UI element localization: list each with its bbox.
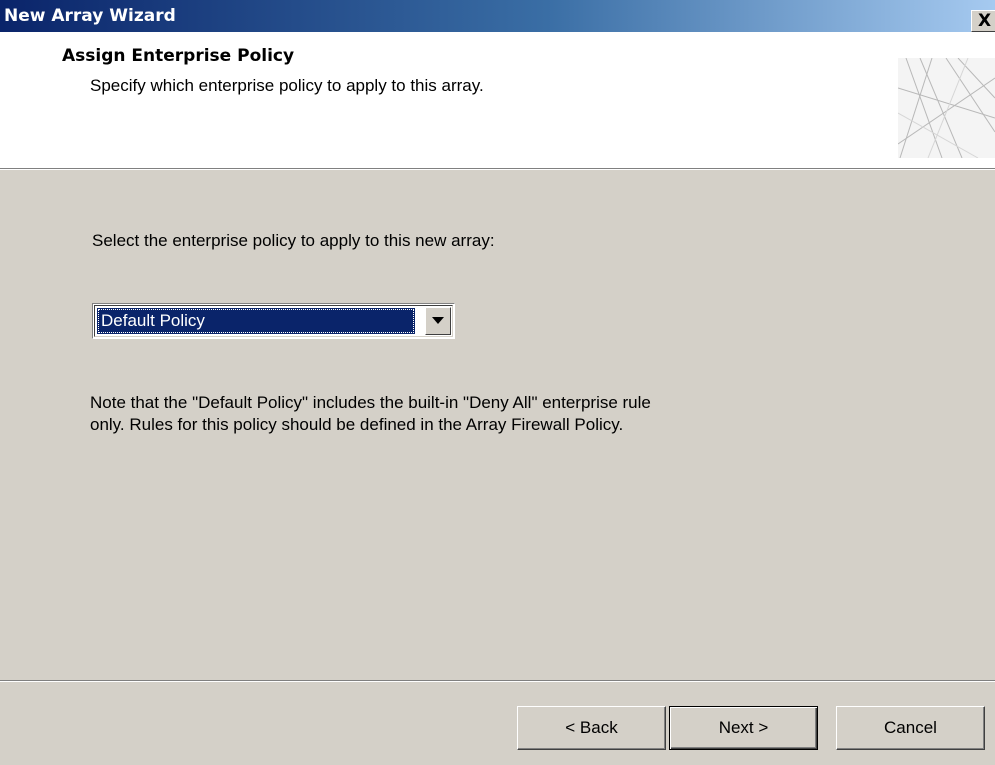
wizard-banner-graphic (898, 58, 995, 158)
title-bar[interactable]: New Array Wizard X (0, 0, 995, 32)
header-divider (0, 168, 995, 170)
policy-select-value[interactable]: Default Policy (97, 308, 415, 334)
dropdown-arrow-button[interactable] (425, 307, 451, 335)
close-icon: X (978, 11, 992, 31)
back-button[interactable]: < Back (517, 706, 666, 750)
policy-prompt-label: Select the enterprise policy to apply to… (92, 231, 495, 250)
next-button[interactable]: Next > (669, 706, 818, 750)
page-subtitle: Specify which enterprise policy to apply… (90, 76, 484, 95)
footer-divider (0, 680, 995, 682)
policy-select-field[interactable]: Default Policy (94, 305, 453, 337)
page-title: Assign Enterprise Policy (62, 46, 295, 66)
note-text-line-2: only. Rules for this policy should be de… (90, 415, 624, 434)
cancel-button[interactable]: Cancel (836, 706, 985, 750)
window-title: New Array Wizard (4, 6, 176, 26)
close-button[interactable]: X (971, 10, 995, 32)
chevron-down-icon (432, 317, 444, 324)
note-text-line-1: Note that the "Default Policy" includes … (90, 393, 651, 412)
policy-select[interactable]: Default Policy (92, 303, 455, 339)
wizard-window: New Array Wizard X Assign Enterprise Pol… (0, 0, 995, 765)
